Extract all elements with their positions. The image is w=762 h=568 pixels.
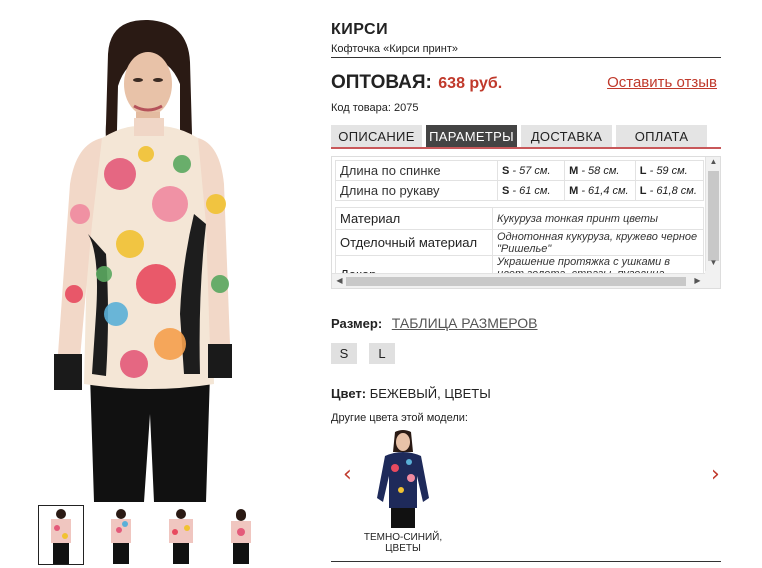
thumbnail-strip <box>38 505 264 565</box>
chevron-right-icon[interactable]: › <box>711 462 720 487</box>
thumbnail-2[interactable] <box>98 505 144 565</box>
size-options: S L <box>331 343 395 364</box>
variant-label: ТЕМНО-СИНИЙ, ЦВЕТЫ <box>363 532 443 554</box>
scroll-left-icon[interactable]: ◀ <box>332 276 347 285</box>
size-option-l[interactable]: L <box>369 343 395 364</box>
scroll-thumb[interactable] <box>708 171 719 261</box>
measurement-label: Длина по спинке <box>334 160 499 181</box>
chevron-left-icon[interactable]: ‹ <box>343 462 352 487</box>
vertical-scrollbar[interactable]: ▲ ▼ <box>705 157 720 273</box>
product-subtitle: Кофточка «Кирси принт» <box>331 43 721 58</box>
size-row: Размер: ТАБЛИЦА РАЗМЕРОВ <box>331 315 538 331</box>
tab-description[interactable]: ОПИСАНИЕ <box>331 125 422 147</box>
color-row: Цвет: БЕЖЕВЫЙ, ЦВЕТЫ <box>331 386 491 401</box>
size-cell-m: M - 58 см. <box>564 160 636 181</box>
material-value: Кукуруза тонкая принт цветы <box>492 207 704 230</box>
scroll-down-icon[interactable]: ▼ <box>706 258 720 267</box>
table-row: Отделочный материал Однотонная кукуруза,… <box>335 229 704 256</box>
thumbnail-1[interactable] <box>38 505 84 565</box>
thumbnail-3[interactable] <box>158 505 204 565</box>
size-cell-s: S - 57 см. <box>497 160 566 181</box>
variant-image[interactable] <box>367 428 439 528</box>
tab-payment[interactable]: ОПЛАТА <box>616 125 707 147</box>
material-label: Материал <box>335 207 493 230</box>
material-value: Однотонная кукуруза, кружево черное "Риш… <box>492 229 704 256</box>
size-cell-s: S - 61 см. <box>497 180 566 201</box>
size-table-link[interactable]: ТАБЛИЦА РАЗМЕРОВ <box>392 315 538 331</box>
size-option-s[interactable]: S <box>331 343 357 364</box>
material-label: Отделочный материал <box>335 229 493 256</box>
color-value: БЕЖЕВЫЙ, ЦВЕТЫ <box>369 386 491 401</box>
table-row: Длина по спинке S - 57 см. M - 58 см. L … <box>334 160 705 181</box>
divider <box>331 561 721 562</box>
scroll-up-icon[interactable]: ▲ <box>706 157 720 166</box>
horizontal-scrollbar[interactable]: ◀ ▶ <box>332 273 707 288</box>
color-variant[interactable]: ТЕМНО-СИНИЙ, ЦВЕТЫ <box>363 428 443 554</box>
tab-parameters[interactable]: ПАРАМЕТРЫ <box>426 125 517 147</box>
scroll-right-icon[interactable]: ▶ <box>690 276 705 285</box>
table-row: Длина по рукаву S - 61 см. M - 61,4 см. … <box>334 180 705 201</box>
table-row: Материал Кукуруза тонкая принт цветы <box>335 207 704 230</box>
price-label: ОПТОВАЯ: <box>331 72 432 93</box>
parameters-panel[interactable]: Длина по спинке S - 57 см. M - 58 см. L … <box>331 156 721 289</box>
size-cell-l: L - 61,8 см. <box>634 180 705 201</box>
product-title: КИРСИ <box>331 21 389 38</box>
other-colors-label: Другие цвета этой модели: <box>331 412 468 424</box>
product-main-image[interactable] <box>30 14 260 502</box>
tab-delivery[interactable]: ДОСТАВКА <box>521 125 612 147</box>
price-value: 638 руб. <box>438 75 503 92</box>
size-label: Размер: <box>331 316 383 331</box>
scroll-thumb[interactable] <box>346 277 686 286</box>
thumbnail-4[interactable] <box>218 505 264 565</box>
size-cell-l: L - 59 см. <box>634 160 705 181</box>
color-label: Цвет: <box>331 386 367 401</box>
price-row: ОПТОВАЯ: 638 руб. Оставить отзыв <box>331 72 721 96</box>
measurement-label: Длина по рукаву <box>334 180 499 201</box>
leave-review-link[interactable]: Оставить отзыв <box>607 74 717 91</box>
product-tabs: ОПИСАНИЕ ПАРАМЕТРЫ ДОСТАВКА ОПЛАТА <box>331 125 721 149</box>
measurements-table: Длина по спинке S - 57 см. M - 58 см. L … <box>334 160 705 201</box>
product-sku: Код товара: 2075 <box>331 102 419 114</box>
scroll-corner <box>705 271 720 288</box>
size-cell-m: M - 61,4 см. <box>564 180 636 201</box>
